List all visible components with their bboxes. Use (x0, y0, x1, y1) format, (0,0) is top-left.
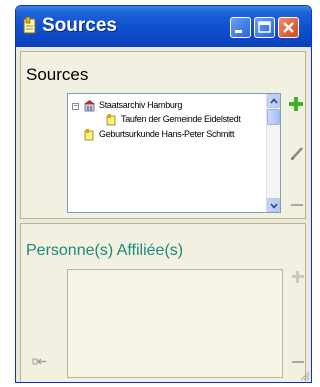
edit-icon[interactable] (289, 145, 305, 161)
tree-item-label: Geburtsurkunde Hans-Peter Schmitt (99, 129, 235, 139)
unlink-icon[interactable] (32, 354, 48, 370)
maximize-icon (258, 21, 271, 33)
sources-window-icon (23, 17, 36, 34)
minimize-icon (235, 30, 242, 33)
scroll-thumb[interactable] (267, 109, 280, 125)
remove-icon[interactable] (290, 354, 306, 370)
sources-heading: Sources (26, 65, 89, 84)
scroll-down-button[interactable] (267, 198, 280, 212)
document-icon (84, 129, 94, 141)
tree-item-label: Staatsarchiv Hamburg (99, 100, 183, 110)
persons-list[interactable] (67, 269, 283, 378)
sources-tree[interactable]: − Staatsarchiv Hamburg Taufen der Gemein… (67, 93, 281, 213)
document-icon (106, 114, 116, 126)
archive-icon (84, 100, 95, 112)
vertical-scrollbar[interactable] (266, 94, 280, 212)
minimize-button[interactable] (230, 17, 251, 38)
sources-window: Sources Sources − Staatsarchiv Hamburg T… (15, 5, 312, 383)
close-icon (283, 22, 294, 33)
maximize-button[interactable] (254, 17, 275, 38)
tree-item-label: Taufen der Gemeinde Eidelstedt (121, 114, 241, 124)
persons-heading: Personne(s) Affiliée(s) (26, 242, 184, 259)
add-icon[interactable] (288, 96, 304, 112)
remove-icon[interactable] (289, 197, 305, 213)
window-title: Sources (42, 15, 117, 36)
title-bar[interactable]: Sources (16, 6, 311, 47)
collapse-icon[interactable]: − (72, 103, 79, 110)
resize-grip-icon[interactable] (298, 369, 310, 381)
chevron-up-icon (270, 98, 278, 104)
chevron-down-icon (270, 203, 278, 209)
scroll-up-button[interactable] (267, 94, 280, 108)
close-button[interactable] (278, 17, 299, 38)
add-icon[interactable] (290, 269, 306, 285)
